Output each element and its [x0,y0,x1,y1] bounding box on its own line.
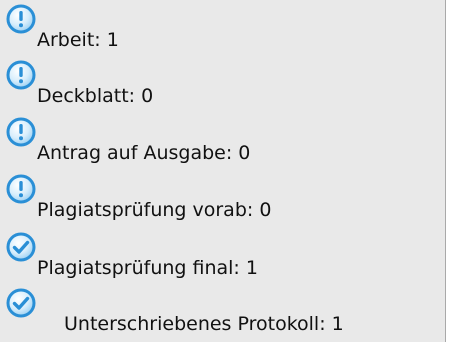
checklist-item-plagiatspruefung-final: Plagiatsprüfung final: 1 [0,228,446,284]
exclamation-circle-icon [6,60,36,90]
exclamation-circle-icon [6,117,36,147]
checklist-item-label: Plagiatsprüfung final: 1 [37,257,258,279]
exclamation-circle-icon [6,174,36,204]
checklist-item-unterschriebenes-protokoll: Unterschriebenes Protokoll: 1 [0,286,446,342]
document-checklist-panel: Arbeit: 1 Deckblatt: 0 Antrag auf Ausgab… [0,0,446,342]
exclamation-circle-icon [6,4,36,34]
checklist-item-label: Unterschriebenes Protokoll: 1 [64,313,344,335]
checkmark-circle-icon [6,232,36,262]
checklist-item-arbeit: Arbeit: 1 [0,0,446,56]
checklist-item-antrag-auf-ausgabe: Antrag auf Ausgabe: 0 [0,113,446,169]
checklist-item-label: Antrag auf Ausgabe: 0 [37,142,251,164]
checklist-item-label: Arbeit: 1 [37,29,119,51]
checklist-item-label: Plagiatsprüfung vorab: 0 [37,199,272,221]
checklist-item-deckblatt: Deckblatt: 0 [0,56,446,112]
checklist-item-plagiatspruefung-vorab: Plagiatsprüfung vorab: 0 [0,170,446,226]
checkmark-circle-icon [6,288,36,318]
checklist-item-label: Deckblatt: 0 [37,85,154,107]
